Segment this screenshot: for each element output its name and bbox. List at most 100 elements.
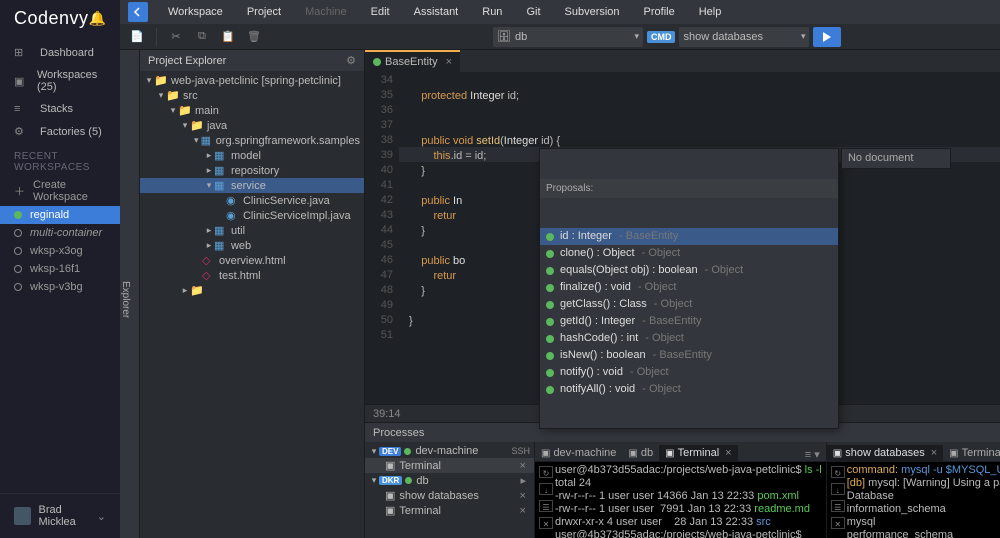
status-dot-icon (14, 247, 22, 255)
paste-icon[interactable]: 📋 (217, 27, 239, 47)
twisty-icon: ▾ (144, 75, 154, 86)
process-machine[interactable]: ▾DKRdb▸ (365, 473, 534, 488)
status-dot-icon (14, 211, 22, 219)
workspace-item[interactable]: wksp-x3og (0, 242, 120, 260)
explorer-vertical-tab[interactable]: Explorer (120, 50, 140, 538)
terminal-tab[interactable]: ▣Terminal (943, 445, 1000, 461)
recent-header: RECENT WORKSPACES (0, 143, 120, 176)
gutter: 343536373839404142434445464748495051 (365, 72, 399, 404)
user-menu[interactable]: Brad Micklea ⌄ (0, 493, 120, 538)
menu-item[interactable]: Profile (632, 6, 687, 18)
tree-row[interactable]: ▸▦util (140, 223, 364, 238)
tree-row[interactable]: ▾📁main (140, 103, 364, 118)
menu-item[interactable]: Project (235, 6, 293, 18)
tree-row[interactable]: ▾📁web-java-petclinic [spring-petclinic] (140, 73, 364, 88)
menu-item[interactable]: Machine (293, 6, 359, 18)
workspace-item[interactable]: wksp-v3bg (0, 278, 120, 296)
tab-menu-icon[interactable]: ≡ ▾ (799, 448, 826, 461)
terminal-tab[interactable]: ▣Terminal× (659, 445, 737, 461)
code-content[interactable]: protected Integer id; public void setId(… (399, 72, 1000, 404)
play-icon[interactable]: ▸ (516, 474, 530, 487)
tree-row[interactable]: ▸▦web (140, 238, 364, 253)
close-icon[interactable]: × (516, 505, 530, 517)
delete-icon[interactable]: 🗑 (243, 27, 265, 47)
pkg-icon: ▦ (214, 149, 228, 162)
tree-row[interactable]: ◇test.html (140, 268, 364, 283)
workspace-item[interactable]: wksp-16f1 (0, 260, 120, 278)
tree-row[interactable]: ▸▦model (140, 148, 364, 163)
proposal-item[interactable]: notifyAll() : void - Object (540, 381, 838, 398)
nav-item[interactable]: ⚙Factories (5) (0, 120, 120, 143)
tree-row[interactable]: ▾📁src (140, 88, 364, 103)
process-machine[interactable]: ▾DEVdev-machineSSH (365, 444, 534, 458)
copy-icon[interactable]: ⧉ (191, 27, 213, 47)
tree-row[interactable]: ▾▦service (140, 178, 364, 193)
menu-item[interactable]: Edit (359, 6, 402, 18)
menubar: WorkspaceProjectMachineEditAssistantRunG… (120, 0, 1000, 24)
cut-icon[interactable]: ✂ (165, 27, 187, 47)
close-icon[interactable]: × (516, 490, 530, 502)
menu-item[interactable]: Run (470, 6, 514, 18)
menu-item[interactable]: Workspace (156, 6, 235, 18)
close-icon[interactable]: × (446, 56, 452, 68)
tree-row[interactable]: ◇overview.html (140, 253, 364, 268)
proposal-item[interactable]: getId() : Integer - BaseEntity (540, 313, 838, 330)
tree-row[interactable]: ◉ClinicService.java (140, 193, 364, 208)
target-selector[interactable]: 🗄 db ▾ (493, 27, 643, 47)
close-icon[interactable]: × (725, 447, 731, 459)
gear-icon[interactable]: ⚙ (346, 54, 356, 67)
proposal-item[interactable]: notify() : void - Object (540, 364, 838, 381)
proposal-item[interactable]: equals(Object obj) : boolean - Object (540, 262, 838, 279)
proposal-item[interactable]: finalize() : void - Object (540, 279, 838, 296)
proposal-item[interactable]: id : Integer - BaseEntity (540, 228, 838, 245)
workspace-item[interactable]: multi-container (0, 224, 120, 242)
menu-item[interactable]: Help (687, 6, 734, 18)
create-workspace[interactable]: ＋ Create Workspace (0, 176, 120, 206)
terminal-tab[interactable]: ▣dev-machine (535, 445, 622, 461)
nav-icon: ≡ (14, 103, 32, 115)
folder-icon: 📁 (166, 89, 180, 102)
project-explorer-title: Project Explorer (148, 55, 226, 67)
chevron-down-icon: ▾ (801, 31, 806, 42)
menu-item[interactable]: Subversion (553, 6, 632, 18)
close-icon[interactable]: × (516, 460, 530, 472)
twisty-icon: ▸ (204, 150, 214, 161)
command-selector[interactable]: show databases ▾ (679, 27, 809, 47)
status-dot-icon (546, 335, 554, 343)
proposal-item[interactable]: clone() : Object - Object (540, 245, 838, 262)
process-item[interactable]: ▣show databases× (365, 488, 534, 503)
doc-popup: No document (841, 148, 951, 169)
process-item[interactable]: ▣Terminal× (365, 503, 534, 518)
bell-icon[interactable]: 🔔 (89, 10, 106, 27)
tree-row[interactable]: ▾▦org.springframework.samples (140, 133, 364, 148)
run-button[interactable] (813, 27, 841, 47)
nav-item[interactable]: ≡Stacks (0, 98, 120, 120)
nav-item[interactable]: ⊞Dashboard (0, 41, 120, 64)
chevron-down-icon: ▾ (634, 31, 639, 42)
editor-tab[interactable]: BaseEntity × (365, 50, 460, 72)
plus-icon: ＋ (14, 183, 25, 199)
terminal-tab[interactable]: ▣show databases× (827, 445, 943, 461)
terminal-tab[interactable]: ▣db (622, 445, 659, 461)
proposal-item[interactable]: getClass() : Class - Object (540, 296, 838, 313)
new-file-icon[interactable]: 📄 (126, 27, 148, 47)
file-j-icon: ◉ (226, 194, 240, 207)
twisty-icon: ▸ (204, 225, 214, 236)
terminal-2[interactable]: ↻↓☰✕ command: mysql -u $MYSQL_USER -p$MY… (827, 462, 1000, 538)
tree-row[interactable]: ▾📁java (140, 118, 364, 133)
tree-row[interactable]: ▸📁 (140, 283, 364, 298)
tree-row[interactable]: ▸▦repository (140, 163, 364, 178)
proposal-item[interactable]: isNew() : boolean - BaseEntity (540, 347, 838, 364)
close-icon[interactable]: × (931, 447, 937, 459)
proposal-item[interactable]: hashCode() : int - Object (540, 330, 838, 347)
back-button[interactable] (128, 2, 148, 22)
nav-item[interactable]: ▣Workspaces (25) (0, 64, 120, 98)
workspace-item[interactable]: reginald (0, 206, 120, 224)
menu-item[interactable]: Assistant (402, 6, 471, 18)
tree-row[interactable]: ◉ClinicServiceImpl.java (140, 208, 364, 223)
nav-icon: ⊞ (14, 46, 32, 59)
terminal-1[interactable]: ↻↓☰✕ user@4b373d55adac:/projects/web-jav… (535, 462, 826, 538)
status-dot-icon (14, 229, 22, 237)
menu-item[interactable]: Git (514, 6, 552, 18)
process-item[interactable]: ▣Terminal× (365, 458, 534, 473)
